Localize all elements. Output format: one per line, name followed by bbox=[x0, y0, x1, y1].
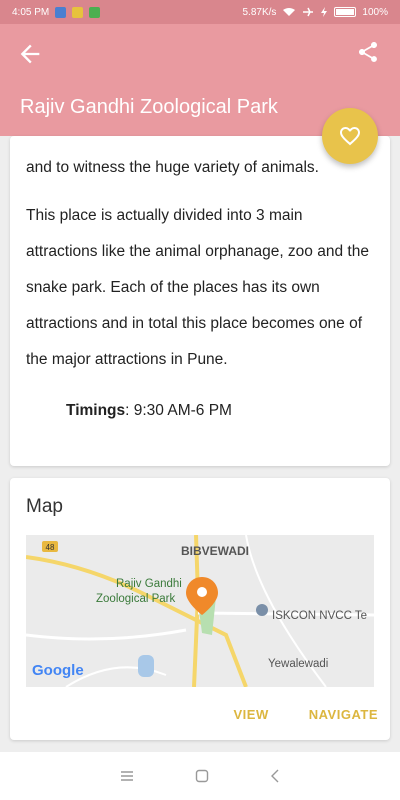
charging-icon bbox=[321, 7, 328, 17]
map-title: Map bbox=[26, 496, 63, 517]
system-nav-bar bbox=[0, 752, 400, 800]
favorite-button[interactable] bbox=[322, 108, 378, 164]
map-label-temple: ISKCON NVCC Te bbox=[272, 610, 367, 622]
map-label-area: BIBVEWADI bbox=[181, 544, 249, 558]
network-speed: 5.87K/s bbox=[242, 6, 277, 18]
timings-label: Timings bbox=[66, 402, 126, 419]
description-card: and to witness the huge variety of anima… bbox=[10, 136, 390, 466]
home-icon[interactable] bbox=[195, 769, 209, 783]
map-label-park-line2: Zoological Park bbox=[96, 593, 176, 605]
menu-icon[interactable] bbox=[120, 770, 134, 782]
heart-outline-icon bbox=[340, 127, 360, 146]
share-button[interactable] bbox=[356, 40, 380, 64]
photos-icon bbox=[72, 6, 84, 18]
navigate-button[interactable]: NAVIGATE bbox=[309, 707, 378, 722]
map-actions: VIEW NAVIGATE bbox=[234, 707, 378, 722]
battery-icon bbox=[334, 7, 357, 17]
map-label-locality: Yewalewadi bbox=[268, 658, 328, 670]
back-nav-icon[interactable] bbox=[270, 769, 280, 783]
timings-row: Timings: 9:30 AM-6 PM bbox=[26, 402, 374, 420]
google-logo: Google bbox=[32, 662, 84, 679]
status-bar: 4:05 PM 5.87K/s 100% bbox=[0, 0, 400, 24]
map-graphic: 48 BIBVEWADI Rajiv Gandhi Zoological Par… bbox=[26, 535, 374, 687]
description-paragraph: This place is actually divided into 3 ma… bbox=[26, 207, 369, 368]
airplane-icon bbox=[303, 7, 314, 17]
timings-value: : 9:30 AM-6 PM bbox=[125, 402, 232, 419]
map-view[interactable]: 48 BIBVEWADI Rajiv Gandhi Zoological Par… bbox=[26, 535, 374, 687]
highway-label: 48 bbox=[46, 543, 55, 552]
view-button[interactable]: VIEW bbox=[234, 707, 269, 722]
description-text-top: and to witness the huge variety of anima… bbox=[26, 159, 319, 176]
battery-percent: 100% bbox=[362, 6, 388, 18]
android-icon bbox=[89, 6, 101, 18]
share-icon bbox=[359, 42, 377, 62]
map-label-park-line1: Rajiv Gandhi bbox=[116, 578, 182, 590]
arrow-back-icon bbox=[20, 44, 40, 64]
wifi-icon bbox=[283, 8, 296, 16]
back-button[interactable] bbox=[16, 40, 44, 68]
page-title: Rajiv Gandhi Zoological Park bbox=[20, 96, 278, 118]
status-time: 4:05 PM bbox=[12, 6, 50, 18]
notification-icon bbox=[55, 6, 67, 18]
map-card: Map 48 BIBVEWADI Rajiv Gandhi Zoological… bbox=[10, 478, 390, 740]
